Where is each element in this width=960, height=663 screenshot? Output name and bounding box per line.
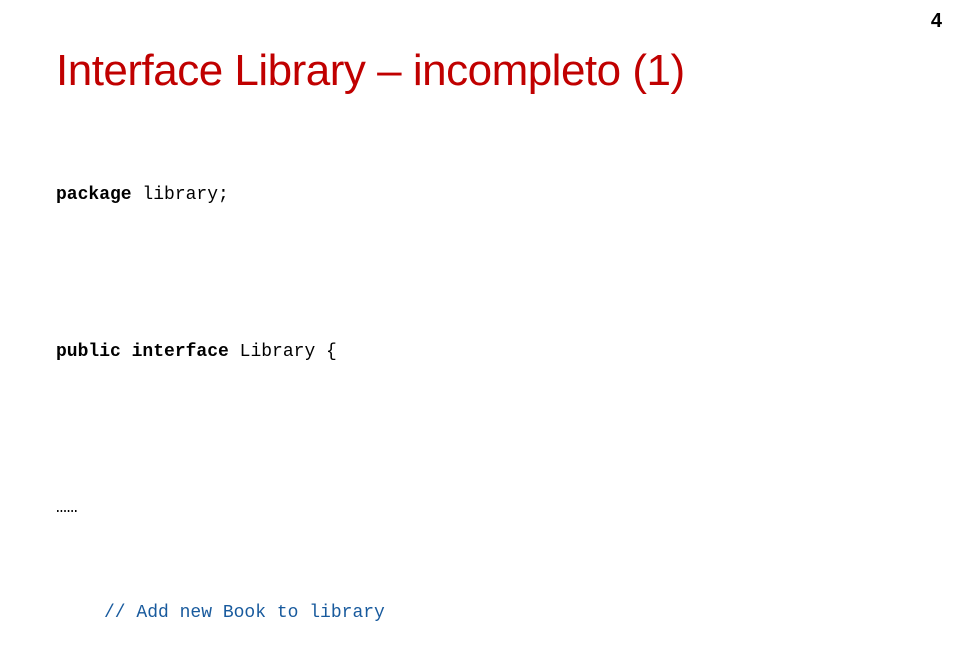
slide-page: 4 Interface Library – incompleto (1) pac… [0,0,960,663]
comment: // Add new Book to library [56,600,904,626]
ellipsis: …… [56,495,904,521]
code-line: public interface Library { [56,339,904,365]
code-block: package library; public interface Librar… [56,130,904,663]
blank-line [56,417,904,443]
keyword: interface [132,342,229,362]
blank-line [56,260,904,286]
slide-title: Interface Library – incompleto (1) [56,46,904,96]
keyword: public [56,342,121,362]
page-number: 4 [931,10,942,33]
code-text [121,342,132,362]
code-text: Library { [229,342,337,362]
code-text: library; [132,185,229,205]
keyword: package [56,185,132,205]
code-line: package library; [56,182,904,208]
